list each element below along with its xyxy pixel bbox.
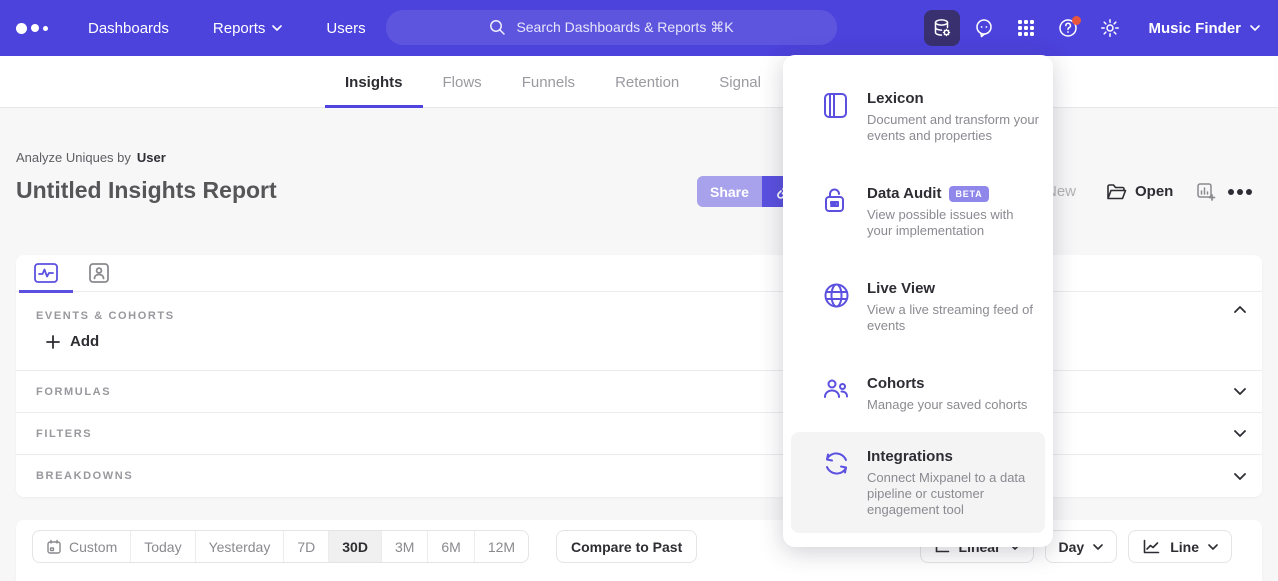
events-mode-tab[interactable] — [28, 255, 64, 292]
lexicon-icon — [823, 90, 849, 185]
notification-dot — [1072, 16, 1081, 25]
add-to-board-button[interactable] — [1196, 176, 1216, 207]
live-view-icon — [823, 280, 849, 375]
tab-signal[interactable]: Signal — [699, 56, 781, 108]
nav-users[interactable]: Users — [326, 20, 365, 37]
grid-icon — [1016, 18, 1036, 38]
more-options-button[interactable] — [1228, 176, 1252, 207]
menu-item-integrations[interactable]: Integrations Connect Mixpanel to a data … — [791, 432, 1045, 533]
tab-insights[interactable]: Insights — [325, 56, 423, 108]
profiles-mode-tab[interactable] — [82, 255, 116, 292]
tab-retention[interactable]: Retention — [595, 56, 699, 108]
search-input[interactable]: Search Dashboards & Reports ⌘K — [386, 10, 837, 45]
add-event-button[interactable]: Add — [46, 333, 99, 350]
chevron-down-icon — [1234, 388, 1246, 395]
cohorts-icon — [823, 375, 849, 432]
range-7d[interactable]: 7D — [284, 531, 329, 562]
chevron-down-icon — [1234, 430, 1246, 437]
menu-item-lexicon[interactable]: Lexicon Document and transform your even… — [791, 90, 1045, 185]
chevron-down-icon — [1234, 473, 1246, 480]
chart-pulse-icon — [33, 262, 59, 284]
range-yesterday[interactable]: Yesterday — [196, 531, 285, 562]
range-30d[interactable]: 30D — [329, 531, 382, 562]
range-6m[interactable]: 6M — [428, 531, 474, 562]
nav-dashboards[interactable]: Dashboards — [88, 20, 169, 37]
tab-flows[interactable]: Flows — [423, 56, 502, 108]
range-today[interactable]: Today — [131, 531, 195, 562]
chevron-down-icon — [1208, 544, 1218, 550]
integrations-icon — [823, 448, 849, 533]
chevron-down-icon — [1250, 25, 1260, 31]
menu-item-cohorts[interactable]: Cohorts Manage your saved cohorts — [791, 375, 1045, 432]
chart-type-selector[interactable]: Line — [1128, 530, 1232, 563]
folder-icon — [1106, 183, 1127, 201]
profile-icon — [87, 262, 111, 284]
interval-selector[interactable]: Day — [1045, 530, 1118, 563]
formulas-section[interactable]: FORMULAS — [16, 371, 1262, 413]
menu-item-data-audit[interactable]: Data Audit BETA View possible issues wit… — [791, 185, 1045, 280]
range-12m[interactable]: 12M — [475, 531, 528, 562]
report-tabbar: Insights Flows Funnels Retention Signal … — [0, 56, 1278, 108]
share-button[interactable]: Share — [697, 176, 762, 207]
chat-bubble-icon — [973, 17, 995, 39]
query-builder-panel: EVENTS & COHORTS Add FORMULAS FILTERS BR… — [16, 255, 1262, 497]
gear-icon — [1099, 17, 1121, 39]
help-button[interactable] — [1050, 10, 1086, 46]
data-management-button[interactable] — [924, 10, 960, 46]
query-mode-tabs — [16, 255, 1262, 292]
calendar-icon — [46, 539, 62, 555]
tab-funnels[interactable]: Funnels — [502, 56, 595, 108]
chevron-up-icon — [1234, 306, 1246, 313]
filters-section[interactable]: FILTERS — [16, 413, 1262, 455]
mixpanel-logo[interactable] — [16, 23, 48, 34]
date-range-picker: Custom Today Yesterday 7D 30D 3M 6M 12M — [32, 530, 529, 563]
open-report-button[interactable]: Open — [1106, 176, 1173, 207]
plus-icon — [46, 335, 60, 349]
chevron-down-icon — [1093, 544, 1103, 550]
menu-item-live-view[interactable]: Live View View a live streaming feed of … — [791, 280, 1045, 375]
collapse-section-button[interactable] — [1234, 306, 1246, 313]
nav-reports[interactable]: Reports — [213, 20, 283, 37]
beta-badge: BETA — [949, 186, 988, 202]
database-gear-icon — [931, 17, 953, 39]
range-3m[interactable]: 3M — [382, 531, 428, 562]
range-custom[interactable]: Custom — [33, 531, 131, 562]
compare-to-past-button[interactable]: Compare to Past — [556, 530, 697, 563]
search-placeholder: Search Dashboards & Reports ⌘K — [516, 19, 733, 36]
settings-button[interactable] — [1092, 10, 1128, 46]
chart-controls-bar: Custom Today Yesterday 7D 30D 3M 6M 12M … — [16, 520, 1262, 581]
events-cohorts-label: EVENTS & COHORTS — [36, 310, 175, 322]
feedback-button[interactable] — [966, 10, 1002, 46]
top-navbar: Dashboards Reports Users Search Dashboar… — [0, 0, 1278, 56]
chevron-down-icon — [272, 25, 282, 31]
project-name: Music Finder — [1148, 20, 1241, 37]
chart-add-icon — [1196, 182, 1216, 202]
breakdowns-section[interactable]: BREAKDOWNS — [16, 455, 1262, 497]
events-cohorts-section: EVENTS & COHORTS Add — [16, 292, 1262, 371]
line-chart-icon — [1142, 539, 1161, 555]
data-audit-icon — [823, 185, 849, 280]
breadcrumb: Analyze Uniques byUser — [16, 150, 166, 165]
page-title[interactable]: Untitled Insights Report — [16, 177, 277, 204]
apps-grid-button[interactable] — [1008, 10, 1044, 46]
search-icon — [489, 19, 506, 36]
breadcrumb-value[interactable]: User — [137, 150, 166, 165]
more-icon — [1228, 189, 1252, 195]
data-tools-dropdown: Lexicon Document and transform your even… — [783, 55, 1053, 547]
project-selector[interactable]: Music Finder — [1148, 20, 1260, 37]
